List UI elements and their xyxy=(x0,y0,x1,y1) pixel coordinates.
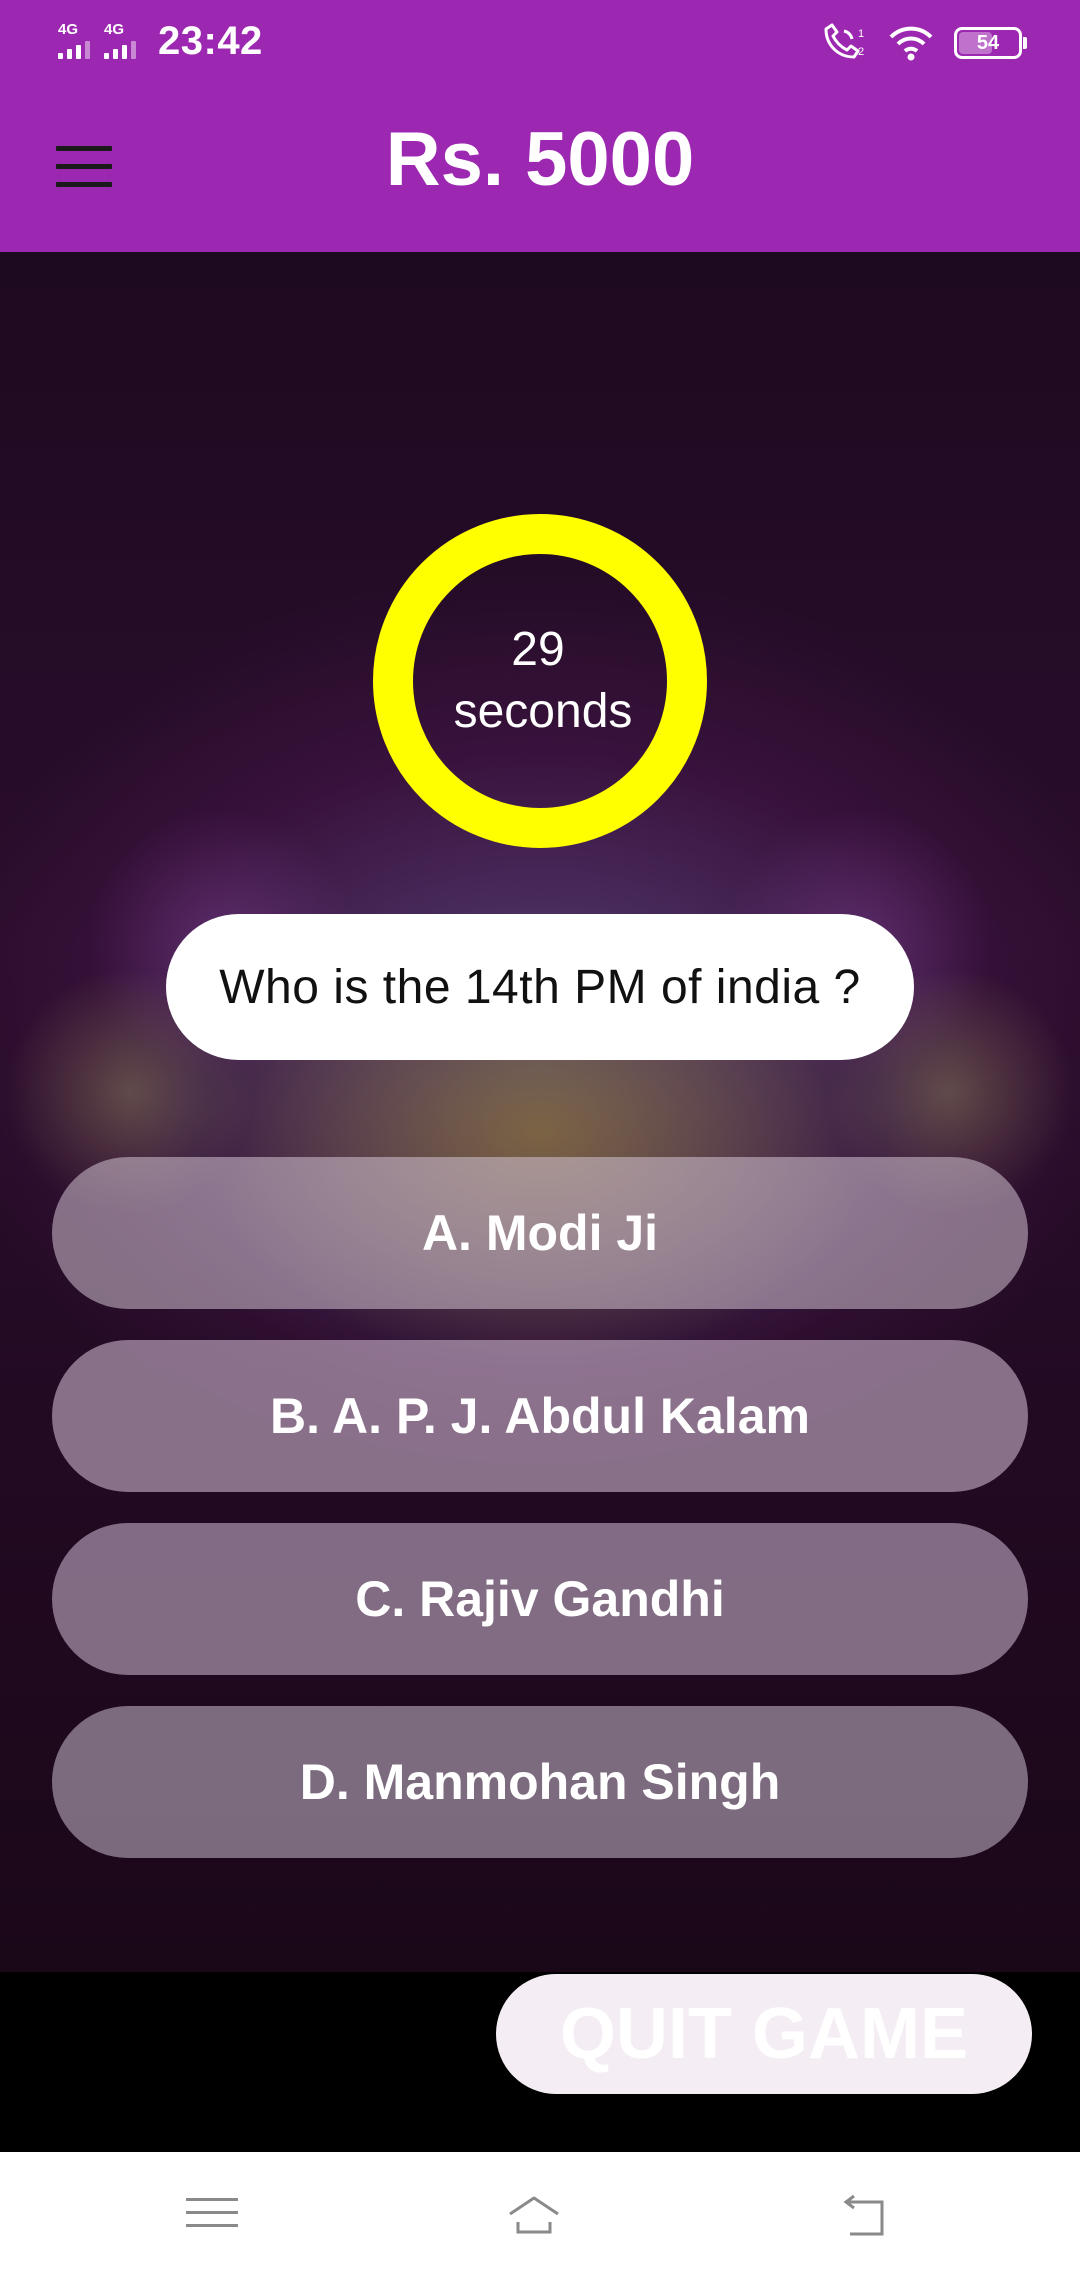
back-icon[interactable] xyxy=(842,2188,902,2248)
app-bar: Rs. 5000 xyxy=(0,84,1080,252)
quit-game-button[interactable]: QUIT GAME xyxy=(496,1974,1032,2094)
network-type-label: 4G xyxy=(104,21,125,38)
option-d-button[interactable]: D. Manmohan Singh xyxy=(52,1706,1028,1858)
status-left: 4G 4G 23:42 xyxy=(58,16,263,66)
prize-amount-title: Rs. 5000 xyxy=(385,117,695,202)
timer-unit: seconds xyxy=(453,685,633,738)
home-icon[interactable] xyxy=(504,2188,564,2248)
signal-icon: 4G xyxy=(58,19,98,63)
game-area: 29 seconds Who is the 14th PM of india ?… xyxy=(0,252,1080,1972)
battery-level: 54 xyxy=(976,31,1000,54)
countdown-timer: 29 seconds xyxy=(373,514,707,848)
battery-icon: 54 xyxy=(954,27,1027,59)
option-a-button[interactable]: A. Modi Ji xyxy=(52,1157,1028,1309)
wifi-icon xyxy=(889,26,933,61)
menu-icon[interactable] xyxy=(182,2188,242,2248)
question-card: Who is the 14th PM of india ? xyxy=(166,914,914,1060)
svg-text:1: 1 xyxy=(858,28,864,40)
option-b-button[interactable]: B. A. P. J. Abdul Kalam xyxy=(52,1340,1028,1492)
signal-icon: 4G xyxy=(104,19,144,63)
status-bar: 4G 4G 23:42 1 2 54 xyxy=(0,0,1080,84)
status-time: 23:42 xyxy=(158,18,263,63)
system-nav-bar xyxy=(0,2152,1080,2280)
network-type-label: 4G xyxy=(58,21,79,38)
status-right: 1 2 54 xyxy=(820,18,1027,68)
svg-text:2: 2 xyxy=(858,46,864,58)
timer-value: 29 xyxy=(511,623,565,676)
option-c-button[interactable]: C. Rajiv Gandhi xyxy=(52,1523,1028,1675)
call-icon: 1 2 xyxy=(824,23,864,59)
